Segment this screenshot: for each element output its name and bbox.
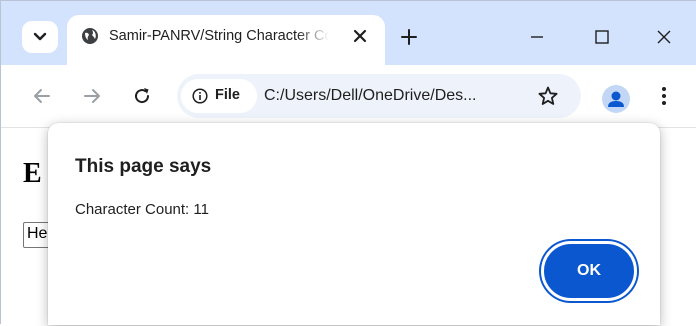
profile-button[interactable] [602,85,630,113]
browser-tab[interactable]: Samir-PANRV/String Character Counter [67,15,385,65]
reload-icon[interactable] [131,85,153,107]
tab-strip: Samir-PANRV/String Character Counter [1,1,696,65]
url-text[interactable]: C:/Users/Dell/OneDrive/Des... [264,87,477,105]
minimize-icon[interactable] [527,27,547,47]
close-icon[interactable] [351,27,369,45]
alert-dialog: This page says Character Count: 11 OK [48,123,660,325]
arrow-left-icon[interactable] [31,85,53,107]
browser-toolbar: File C:/Users/Dell/OneDrive/Des... [1,65,696,127]
address-bar[interactable]: File C:/Users/Dell/OneDrive/Des... [177,74,581,118]
ok-button[interactable]: OK [541,241,637,301]
arrow-right-icon[interactable] [81,85,103,107]
dialog-message: Character Count: 11 [75,201,209,218]
three-dots-icon[interactable] [653,85,675,107]
globe-icon [82,28,98,44]
chevron-down-icon [33,32,47,41]
plus-icon[interactable] [399,27,419,47]
tab-title: Samir-PANRV/String Character Counter [109,28,329,44]
star-icon[interactable] [537,85,559,107]
site-info-chip[interactable]: File [181,79,257,113]
dialog-title: This page says [75,156,212,177]
maximize-icon[interactable] [592,27,612,47]
window-close-icon[interactable] [654,27,674,47]
tab-search-button[interactable] [22,21,58,53]
page-heading: E [23,158,42,189]
site-info-label: File [215,87,240,103]
browser-window: Samir-PANRV/String Character Counter [0,0,696,326]
person-icon [608,91,624,107]
info-icon [192,88,208,104]
